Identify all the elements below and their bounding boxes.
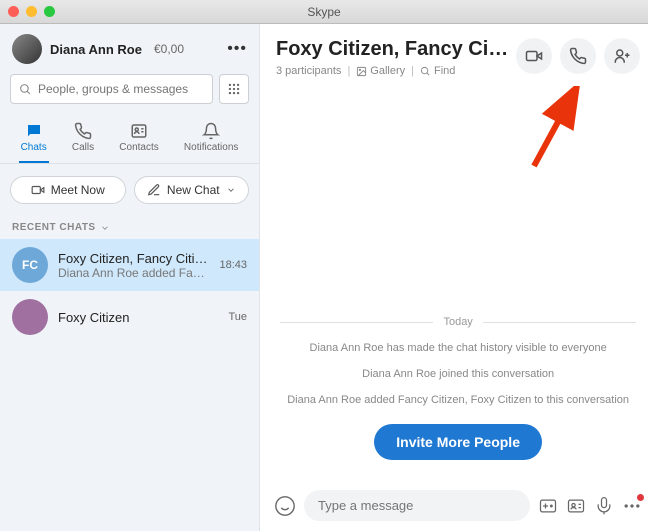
user-balance[interactable]: €0,00 [154, 42, 184, 56]
chat-title: Foxy Citizen, Fancy Citizen [58, 251, 209, 266]
chat-title: Foxy Citizen [58, 310, 218, 325]
chevron-down-icon [100, 223, 110, 233]
main-panel: Foxy Citizen, Fancy Ci… 3 participants |… [260, 24, 648, 531]
tab-notifications[interactable]: Notifications [182, 118, 240, 163]
system-message: Diana Ann Roe added Fancy Citizen, Foxy … [287, 394, 629, 406]
window-title: Skype [307, 5, 340, 19]
chat-avatar [12, 299, 48, 335]
conversation-title[interactable]: Foxy Citizen, Fancy Ci… [276, 38, 508, 61]
chat-time: Tue [228, 311, 247, 323]
invite-more-button[interactable]: Invite More People [374, 424, 542, 460]
gallery-icon [356, 66, 367, 77]
chat-subtitle: Diana Ann Roe added Fancy … [58, 266, 209, 280]
conversation-header: Foxy Citizen, Fancy Ci… 3 participants |… [260, 24, 648, 87]
chat-list-item[interactable]: FC Foxy Citizen, Fancy CitizenDiana Ann … [0, 239, 259, 291]
user-avatar[interactable] [12, 34, 42, 64]
gallery-link[interactable]: Gallery [356, 65, 405, 77]
video-call-button[interactable] [516, 38, 552, 74]
more-options-button[interactable] [622, 496, 642, 516]
minimize-window-button[interactable] [26, 6, 37, 17]
search-box[interactable] [10, 74, 213, 104]
add-media-button[interactable] [538, 496, 558, 516]
tab-contacts[interactable]: Contacts [117, 118, 160, 163]
conversation-body: Today Diana Ann Roe has made the chat hi… [260, 87, 648, 480]
meet-now-button[interactable]: Meet Now [10, 176, 126, 204]
voice-message-button[interactable] [594, 496, 614, 516]
day-divider: Today [280, 316, 636, 328]
message-box[interactable] [304, 490, 530, 521]
audio-call-button[interactable] [560, 38, 596, 74]
system-message: Diana Ann Roe has made the chat history … [310, 342, 607, 354]
nav-tabs: Chats Calls Contacts Notifications [0, 112, 259, 164]
message-input[interactable] [318, 498, 516, 513]
chat-time: 18:43 [219, 259, 247, 271]
chevron-down-icon [226, 185, 236, 195]
chat-list: FC Foxy Citizen, Fancy CitizenDiana Ann … [0, 239, 259, 343]
chat-list-item[interactable]: Foxy Citizen Tue [0, 291, 259, 343]
new-chat-button[interactable]: New Chat [134, 176, 250, 204]
tab-chats[interactable]: Chats [19, 118, 49, 163]
more-menu-button[interactable]: ••• [227, 40, 247, 58]
titlebar: Skype [0, 0, 648, 24]
find-link[interactable]: Find [420, 65, 455, 77]
emoji-button[interactable] [274, 495, 296, 517]
tab-contacts-label: Contacts [119, 142, 158, 153]
search-icon [420, 66, 431, 77]
contact-card-button[interactable] [566, 496, 586, 516]
system-message: Diana Ann Roe joined this conversation [362, 368, 554, 380]
tab-calls[interactable]: Calls [70, 118, 96, 163]
dialpad-button[interactable] [219, 74, 249, 104]
search-input[interactable] [38, 82, 204, 96]
meet-now-label: Meet Now [51, 183, 105, 197]
user-name: Diana Ann Roe [50, 42, 142, 57]
recent-chats-header[interactable]: RECENT CHATS [0, 216, 259, 239]
notification-dot [637, 494, 644, 501]
user-row: Diana Ann Roe €0,00 ••• [0, 24, 259, 70]
window-controls [8, 6, 55, 17]
new-chat-label: New Chat [167, 183, 220, 197]
tab-notifications-label: Notifications [184, 142, 238, 153]
search-icon [19, 83, 32, 96]
chat-avatar: FC [12, 247, 48, 283]
participants-count[interactable]: 3 participants [276, 65, 341, 77]
add-participant-button[interactable] [604, 38, 640, 74]
close-window-button[interactable] [8, 6, 19, 17]
maximize-window-button[interactable] [44, 6, 55, 17]
tab-chats-label: Chats [21, 142, 47, 153]
composer [260, 480, 648, 531]
tab-calls-label: Calls [72, 142, 94, 153]
sidebar: Diana Ann Roe €0,00 ••• Chats Calls [0, 24, 260, 531]
